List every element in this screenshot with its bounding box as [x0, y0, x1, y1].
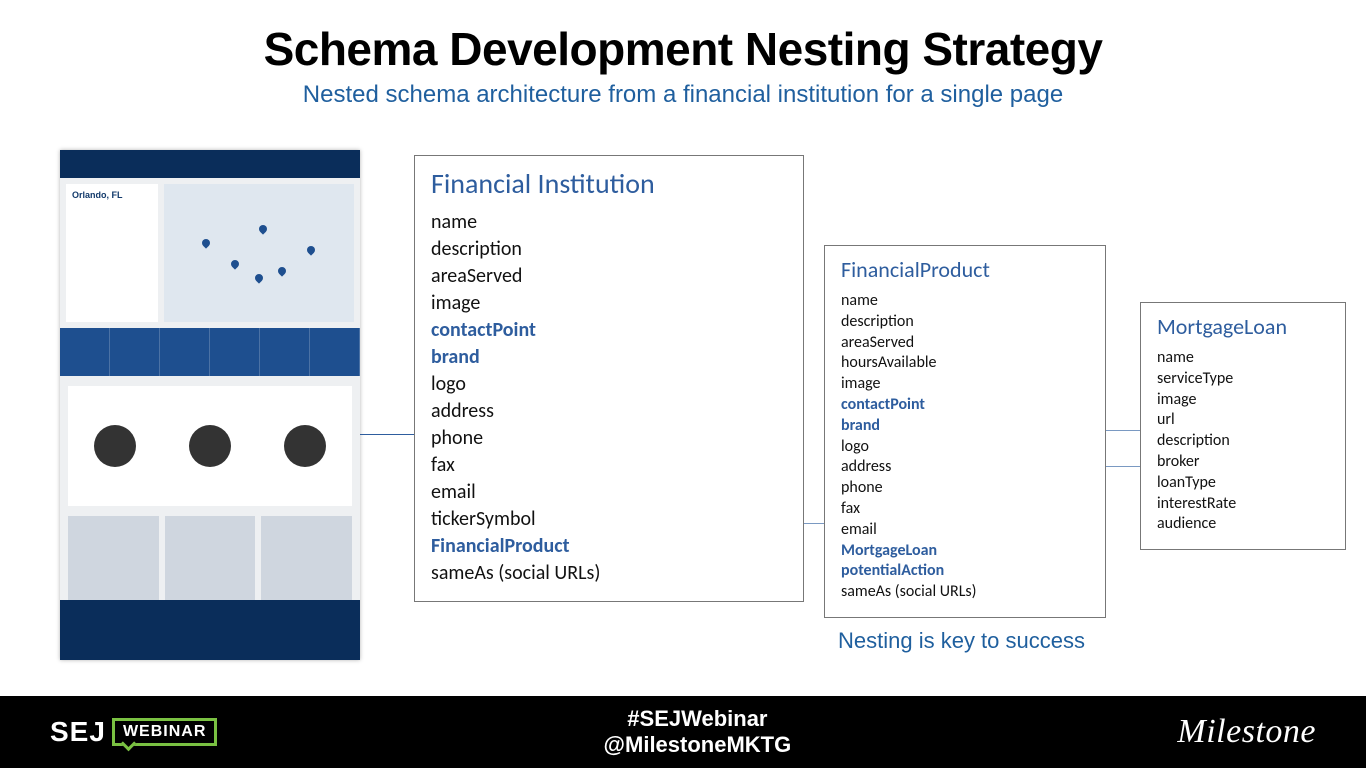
schema-property: name	[431, 209, 787, 236]
schema-property: image	[1157, 390, 1329, 411]
map-pin-icon	[229, 258, 240, 269]
schema-property: url	[1157, 410, 1329, 431]
map-pin-icon	[257, 224, 268, 235]
thumb-city: Orlando, FL	[72, 190, 152, 200]
box-props: namedescriptionareaServedhoursAvailablei…	[841, 291, 1089, 603]
website-screenshot-thumbnail: Orlando, FL	[60, 150, 360, 660]
schema-property: sameAs (social URLs)	[841, 582, 1089, 603]
schema-property: interestRate	[1157, 494, 1329, 515]
thumb-tabbar	[60, 328, 360, 376]
hashtag-text: #SEJWebinar	[604, 706, 792, 732]
box-title: Financial Institution	[431, 166, 787, 201]
box-title: MortgageLoan	[1157, 313, 1329, 340]
schema-property: name	[1157, 348, 1329, 369]
schema-property: email	[431, 479, 787, 506]
sej-webinar-logo: SEJ WEBINAR	[50, 716, 217, 748]
schema-property: address	[841, 457, 1089, 478]
map-pin-icon	[305, 244, 316, 255]
schema-property: fax	[431, 452, 787, 479]
avatar-icon	[94, 425, 136, 467]
map-pin-icon	[254, 272, 265, 283]
schema-property: MortgageLoan	[841, 541, 1089, 562]
thumb-events-row	[68, 516, 352, 604]
sej-text: SEJ	[50, 716, 106, 748]
schema-property: hoursAvailable	[841, 353, 1089, 374]
schema-property: email	[841, 520, 1089, 541]
schema-property: serviceType	[1157, 369, 1329, 390]
schema-property: logo	[841, 437, 1089, 458]
milestone-logo: Milestone	[1177, 713, 1316, 751]
schema-property: contactPoint	[431, 317, 787, 344]
map-pin-icon	[276, 265, 287, 276]
schema-property: fax	[841, 499, 1089, 520]
slide: Schema Development Nesting Strategy Nest…	[0, 0, 1366, 768]
thumb-navbar	[60, 150, 360, 178]
schema-property: loanType	[1157, 473, 1329, 494]
schema-property: image	[841, 374, 1089, 395]
schema-property: logo	[431, 371, 787, 398]
thumb-team-section	[68, 386, 352, 506]
schema-property: areaServed	[841, 333, 1089, 354]
box-title: FinancialProduct	[841, 256, 1089, 283]
schema-property: phone	[431, 425, 787, 452]
schema-box-financial-product: FinancialProduct namedescriptionareaServ…	[824, 245, 1106, 618]
thumb-hero: Orlando, FL	[60, 178, 360, 328]
schema-property: potentialAction	[841, 561, 1089, 582]
schema-property: address	[431, 398, 787, 425]
connector-line	[360, 434, 414, 435]
schema-property: sameAs (social URLs)	[431, 560, 787, 587]
schema-property: brand	[431, 344, 787, 371]
schema-property: name	[841, 291, 1089, 312]
thumb-footer	[60, 600, 360, 660]
box-props: namedescriptionareaServedimagecontactPoi…	[431, 209, 787, 587]
schema-property: contactPoint	[841, 395, 1089, 416]
avatar-icon	[189, 425, 231, 467]
footer-bar: SEJ WEBINAR #SEJWebinar @MilestoneMKTG M…	[0, 696, 1366, 768]
schema-property: brand	[841, 416, 1089, 437]
schema-property: broker	[1157, 452, 1329, 473]
box-props: nameserviceTypeimageurldescriptionbroker…	[1157, 348, 1329, 535]
schema-property: audience	[1157, 514, 1329, 535]
schema-property: tickerSymbol	[431, 506, 787, 533]
schema-property: phone	[841, 478, 1089, 499]
schema-property: image	[431, 290, 787, 317]
schema-property: description	[841, 312, 1089, 333]
nesting-callout: Nesting is key to success	[838, 628, 1085, 654]
schema-property: description	[1157, 431, 1329, 452]
map-pin-icon	[200, 238, 211, 249]
thumb-location-card: Orlando, FL	[66, 184, 158, 322]
schema-property: FinancialProduct	[431, 533, 787, 560]
thumb-map	[164, 184, 354, 322]
schema-box-mortgage-loan: MortgageLoan nameserviceTypeimageurldesc…	[1140, 302, 1346, 550]
webinar-badge: WEBINAR	[112, 718, 217, 746]
handle-text: @MilestoneMKTG	[604, 732, 792, 758]
avatar-icon	[284, 425, 326, 467]
footer-hashtags: #SEJWebinar @MilestoneMKTG	[604, 706, 792, 759]
schema-box-financial-institution: Financial Institution namedescriptionare…	[414, 155, 804, 602]
slide-title: Schema Development Nesting Strategy	[0, 22, 1366, 76]
slide-subtitle: Nested schema architecture from a financ…	[0, 80, 1366, 110]
schema-property: description	[431, 236, 787, 263]
schema-property: areaServed	[431, 263, 787, 290]
